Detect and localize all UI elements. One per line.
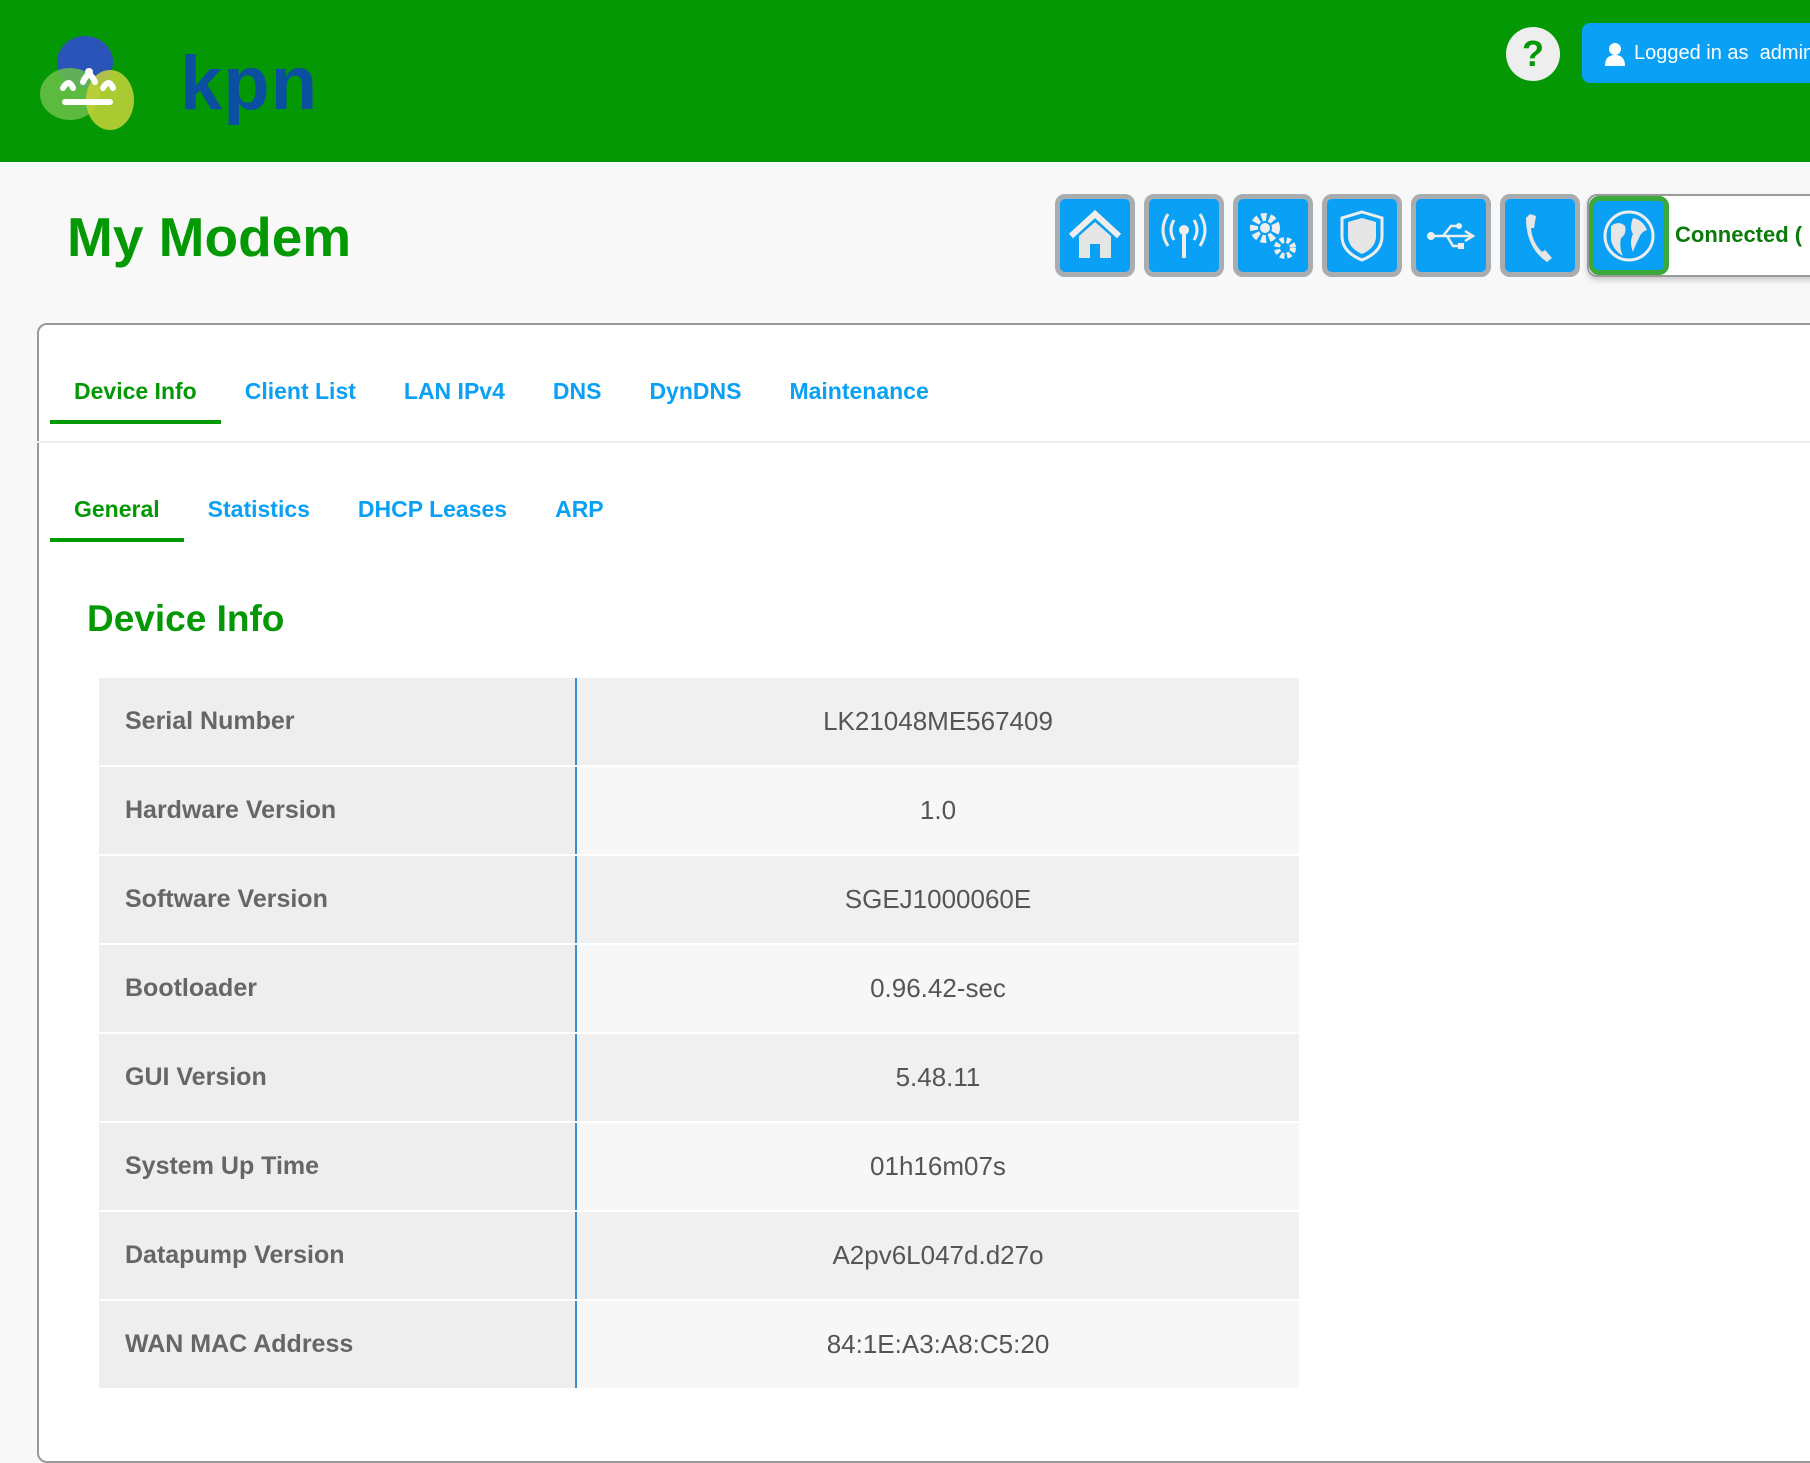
nav-home-button[interactable] (1055, 194, 1135, 277)
subtab-dhcp-leases[interactable]: DHCP Leases (334, 484, 531, 542)
nav-settings-button[interactable] (1233, 194, 1313, 277)
nav-security-button[interactable] (1322, 194, 1402, 277)
phone-icon (1526, 213, 1552, 262)
connection-status[interactable]: Connected ( (1587, 194, 1810, 277)
nav-phone-button[interactable] (1500, 194, 1580, 277)
row-label: System Up Time (99, 1123, 577, 1210)
main-tabs: Device Info Client List LAN IPv4 DNS Dyn… (50, 366, 953, 424)
settings-icon (1250, 212, 1296, 259)
row-label: Software Version (99, 856, 577, 943)
row-value: SGEJ1000060E (577, 856, 1299, 943)
table-row: Serial Number LK21048ME567409 (99, 678, 1299, 767)
logged-in-user-button[interactable]: Logged in as admin (1582, 23, 1810, 83)
tab-divider (37, 441, 1810, 443)
wifi-icon (1161, 212, 1207, 258)
shield-icon (1340, 209, 1384, 262)
table-row: Software Version SGEJ1000060E (99, 856, 1299, 945)
help-button[interactable]: ? (1506, 27, 1560, 81)
row-value: 0.96.42-sec (577, 945, 1299, 1032)
row-label: Serial Number (99, 678, 577, 765)
row-label: WAN MAC Address (99, 1301, 577, 1388)
row-value: A2pv6L047d.d27o (577, 1212, 1299, 1299)
kpn-crown-icon (40, 36, 134, 130)
nav-wifi-button[interactable] (1144, 194, 1224, 277)
top-header: kpn ? Logged in as admin (0, 0, 1810, 162)
user-icon (1605, 42, 1625, 66)
row-value: 01h16m07s (577, 1123, 1299, 1210)
kpn-logo[interactable]: kpn (35, 22, 317, 132)
section-title: Device Info (87, 598, 285, 639)
row-label: Bootloader (99, 945, 577, 1032)
subtab-arp[interactable]: ARP (531, 484, 628, 542)
home-icon (1068, 209, 1122, 258)
table-row: Hardware Version 1.0 (99, 767, 1299, 856)
table-row: GUI Version 5.48.11 (99, 1034, 1299, 1123)
row-label: GUI Version (99, 1034, 577, 1121)
tab-lan-ipv4[interactable]: LAN IPv4 (380, 366, 529, 424)
tab-device-info[interactable]: Device Info (50, 366, 221, 424)
nav-usb-button[interactable] (1411, 194, 1491, 277)
device-info-table: Serial Number LK21048ME567409 Hardware Ve… (99, 678, 1299, 1390)
row-value: 84:1E:A3:A8:C5:20 (577, 1301, 1299, 1388)
login-username: admin (1759, 42, 1810, 64)
row-value: 1.0 (577, 767, 1299, 854)
row-label: Hardware Version (99, 767, 577, 854)
connection-status-label: Connected ( (1675, 222, 1803, 247)
sub-tabs: General Statistics DHCP Leases ARP (50, 484, 628, 542)
subtab-general[interactable]: General (50, 484, 184, 542)
globe-icon (1603, 210, 1655, 261)
table-row: Datapump Version A2pv6L047d.d27o (99, 1212, 1299, 1301)
tab-dns[interactable]: DNS (529, 366, 626, 424)
tab-client-list[interactable]: Client List (221, 366, 380, 424)
subtab-statistics[interactable]: Statistics (184, 484, 334, 542)
row-label: Datapump Version (99, 1212, 577, 1299)
row-value: LK21048ME567409 (577, 678, 1299, 765)
tab-dyndns[interactable]: DynDNS (625, 366, 765, 424)
tab-maintenance[interactable]: Maintenance (765, 366, 952, 424)
usb-icon (1427, 222, 1476, 249)
table-row: WAN MAC Address 84:1E:A3:A8:C5:20 (99, 1301, 1299, 1390)
table-row: Bootloader 0.96.42-sec (99, 945, 1299, 1034)
login-label: Logged in as (1634, 42, 1749, 64)
page-title: My Modem (67, 206, 352, 268)
table-row: System Up Time 01h16m07s (99, 1123, 1299, 1212)
row-value: 5.48.11 (577, 1034, 1299, 1121)
